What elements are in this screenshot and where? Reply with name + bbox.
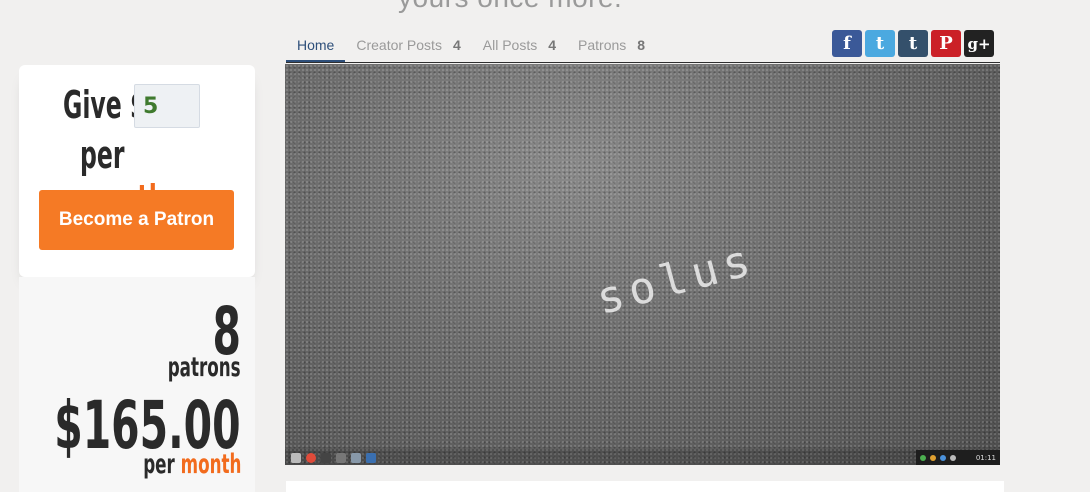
become-patron-button[interactable]: Become a Patron [39, 190, 234, 250]
tab-home-label: Home [297, 37, 335, 53]
tabs-divider [286, 62, 1000, 63]
tab-patrons-label: Patrons [578, 37, 627, 53]
stat-per-label: per [142, 449, 175, 480]
per-label: per [80, 133, 125, 177]
stats-panel: 8 patrons $165.00 per month [19, 277, 255, 492]
social-share-bar: f t t P g+ [832, 30, 994, 57]
stat-month-label: month [180, 449, 241, 480]
pledge-card: Give $ per month Become a Patron [19, 65, 255, 277]
facebook-icon[interactable]: f [832, 30, 862, 57]
desktop-taskbar: 01:11 [285, 449, 1000, 465]
per-month-stat: per month [143, 449, 241, 480]
tab-creator-posts[interactable]: Creator Posts 4 [345, 30, 471, 63]
hero-logo-text: solus [591, 233, 762, 326]
tab-patrons[interactable]: Patrons 8 [567, 30, 656, 63]
content-tabs: Home Creator Posts 4 All Posts 4 Patrons 8 [286, 30, 656, 63]
files-icon [336, 453, 346, 463]
menu-icon [291, 453, 301, 463]
pledge-amount-input[interactable] [134, 84, 200, 128]
tab-creator-posts-count: 4 [452, 37, 461, 53]
tab-all-posts[interactable]: All Posts 4 [472, 30, 567, 63]
browser-icon [306, 453, 316, 463]
tab-home[interactable]: Home [286, 30, 346, 63]
tab-creator-posts-label: Creator Posts [356, 37, 442, 53]
notification-icon [930, 454, 936, 461]
tab-all-posts-label: All Posts [482, 37, 538, 53]
tumblr-icon[interactable]: t [898, 30, 928, 57]
status-icon [920, 454, 926, 461]
volume-icon [950, 454, 956, 461]
patrons-label: patrons [168, 352, 241, 383]
content-panel [286, 481, 1004, 492]
pinterest-icon[interactable]: P [931, 30, 961, 57]
page-headline: yours once more. [398, 0, 622, 14]
hero-image: solus 01:11 [285, 64, 1000, 465]
googleplus-icon[interactable]: g+ [964, 30, 994, 57]
taskbar-launchers [291, 453, 376, 463]
network-icon [940, 454, 946, 461]
terminal-icon [321, 453, 331, 463]
settings-icon [351, 453, 361, 463]
store-icon [366, 453, 376, 463]
clock: 01:11 [975, 453, 996, 462]
twitter-icon[interactable]: t [865, 30, 895, 57]
tab-all-posts-count: 4 [548, 37, 557, 53]
system-tray: 01:11 [916, 450, 1000, 465]
tab-patrons-count: 8 [637, 37, 646, 53]
